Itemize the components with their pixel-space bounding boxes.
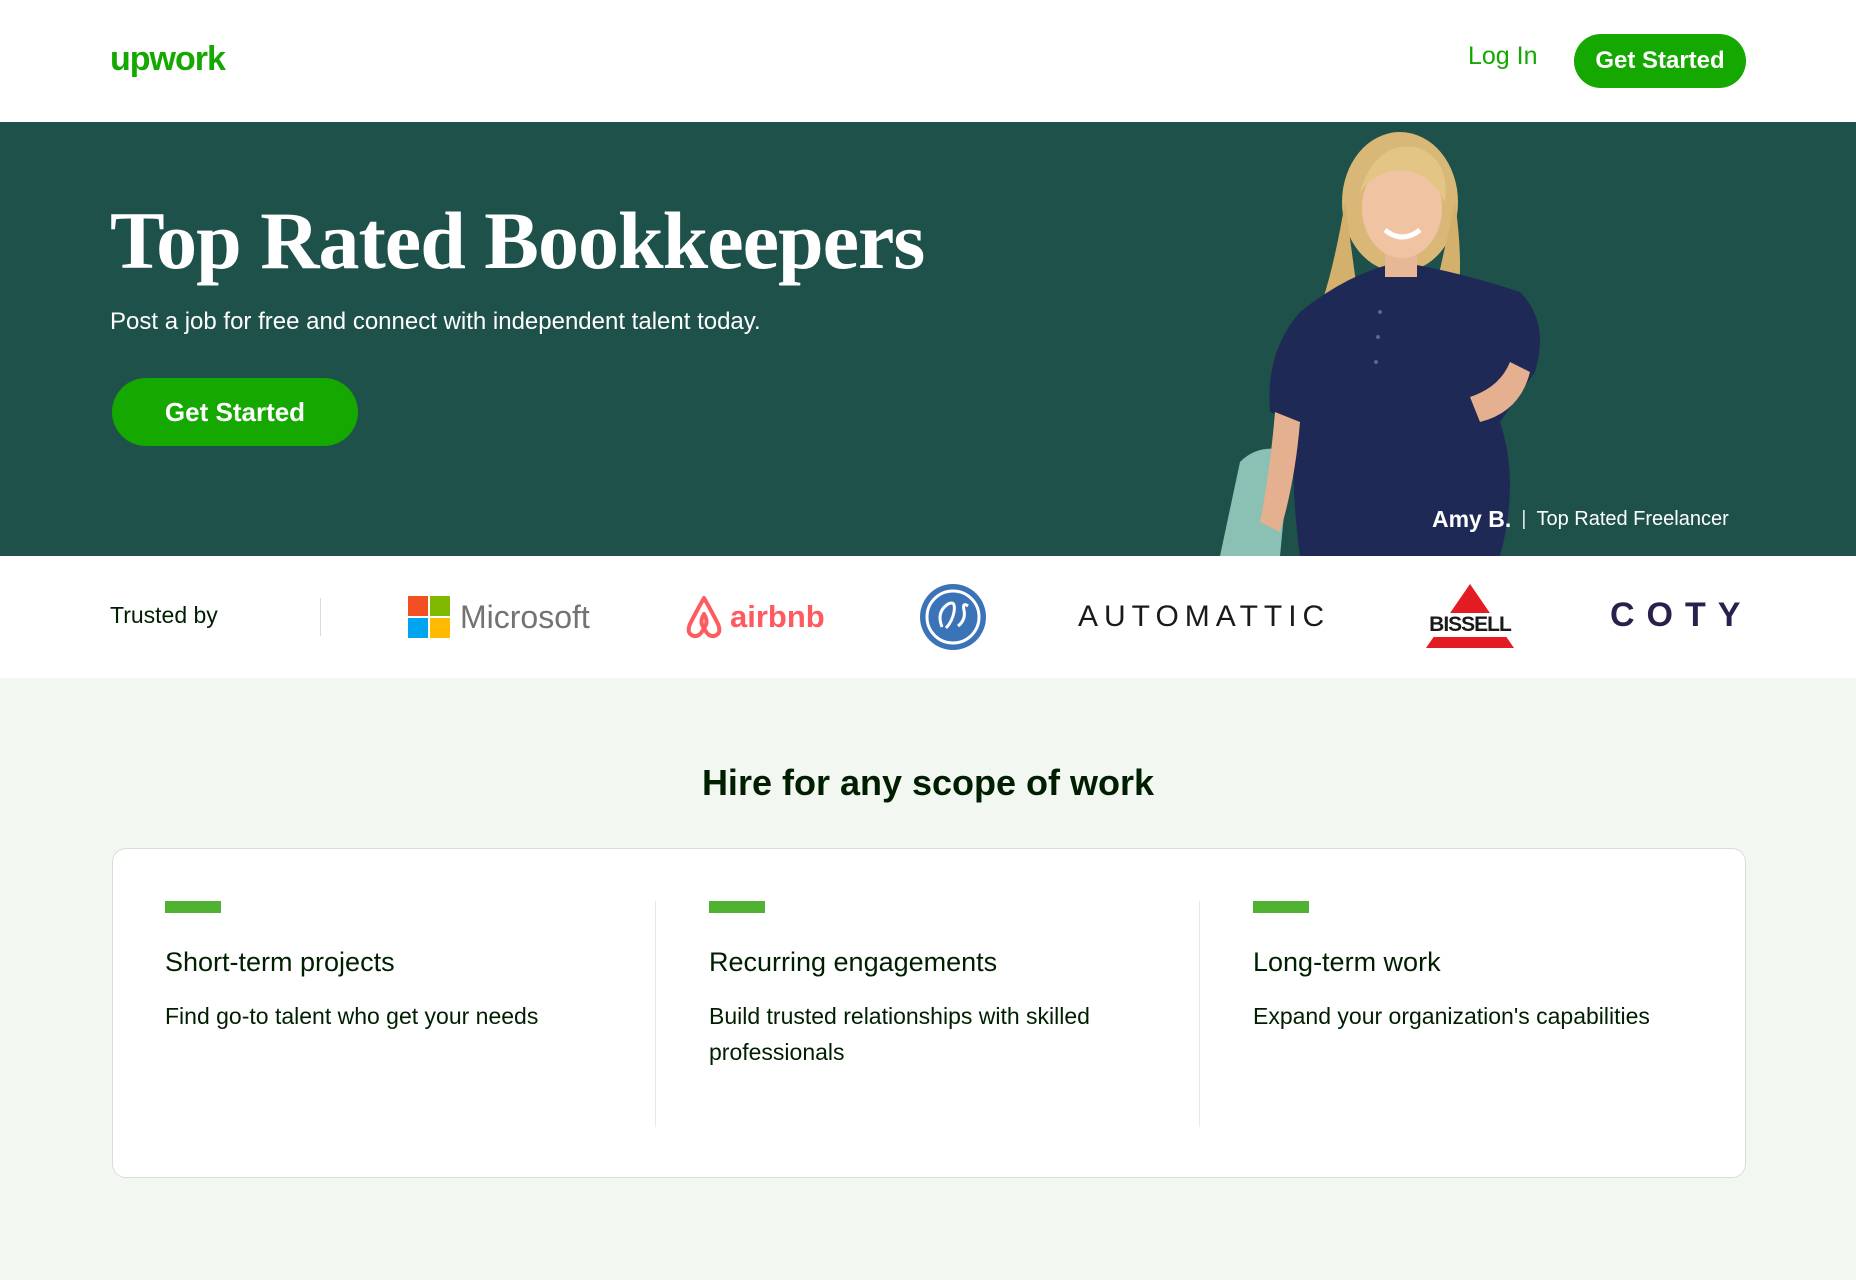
column-divider — [655, 901, 656, 1127]
airbnb-belo-icon — [686, 596, 722, 639]
freelancer-badge: Top Rated Freelancer — [1536, 508, 1729, 530]
scope-column-title: Recurring engagements — [709, 947, 998, 977]
microsoft-wordmark: Microsoft — [460, 598, 590, 635]
login-link[interactable]: Log In — [1468, 42, 1538, 71]
freelancer-caption: Amy B. | Top Rated Freelancer — [1432, 506, 1729, 533]
scope-column-title: Short-term projects — [165, 947, 395, 977]
freelancer-photo — [1220, 132, 1540, 556]
airbnb-logo: airbnb — [684, 594, 825, 640]
hero-subtitle: Post a job for free and connect with ind… — [110, 308, 761, 335]
scope-section: Hire for any scope of work Short-term pr… — [0, 678, 1856, 1280]
get-started-hero-button[interactable]: Get Started — [112, 378, 358, 446]
coty-logo: COTY — [1610, 596, 1753, 634]
accent-bar — [709, 901, 765, 913]
scope-column-short-term: Short-term projects Find go-to talent wh… — [165, 901, 633, 1034]
scope-column-recurring: Recurring engagements Build trusted rela… — [709, 901, 1177, 1070]
trusted-by-bar: Trusted by Microsoft airbnb GE AUTOMATTI… — [0, 556, 1856, 678]
bissell-wordmark: BISSELL — [1424, 613, 1516, 637]
ge-monogram-icon — [920, 584, 986, 650]
scope-column-title: Long-term work — [1253, 947, 1441, 977]
accent-bar — [1253, 901, 1309, 913]
scope-column-long-term: Long-term work Expand your organization'… — [1253, 901, 1721, 1034]
site-header: upwork Log In Get Started — [0, 0, 1856, 122]
accent-bar — [165, 901, 221, 913]
hero-banner: Top Rated Bookkeepers Post a job for fre… — [0, 122, 1856, 556]
svg-text:upwork: upwork — [110, 40, 226, 78]
caption-separator: | — [1521, 508, 1527, 530]
get-started-nav-button[interactable]: Get Started — [1574, 34, 1746, 88]
page-title: Top Rated Bookkeepers — [110, 195, 925, 286]
scope-title: Hire for any scope of work — [701, 762, 1155, 803]
scope-column-desc: Find go-to talent who get your needs — [165, 1003, 539, 1029]
microsoft-logo: Microsoft — [408, 596, 590, 638]
trusted-by-label: Trusted by — [110, 602, 218, 628]
freelancer-name: Amy B. — [1432, 506, 1512, 532]
microsoft-squares-icon — [408, 596, 450, 638]
trusted-divider — [320, 598, 321, 636]
bissell-logo: BISSELL — [1424, 582, 1516, 652]
scope-column-desc: Build trusted relationships with skilled… — [709, 1003, 1090, 1065]
upwork-logo[interactable]: upwork — [110, 34, 240, 84]
automattic-logo: AUTOMATTIC — [1078, 600, 1331, 633]
column-divider — [1199, 901, 1200, 1127]
scope-column-desc: Expand your organization's capabilities — [1253, 1003, 1650, 1029]
airbnb-wordmark: airbnb — [730, 599, 825, 634]
scope-card: Short-term projects Find go-to talent wh… — [112, 848, 1746, 1178]
